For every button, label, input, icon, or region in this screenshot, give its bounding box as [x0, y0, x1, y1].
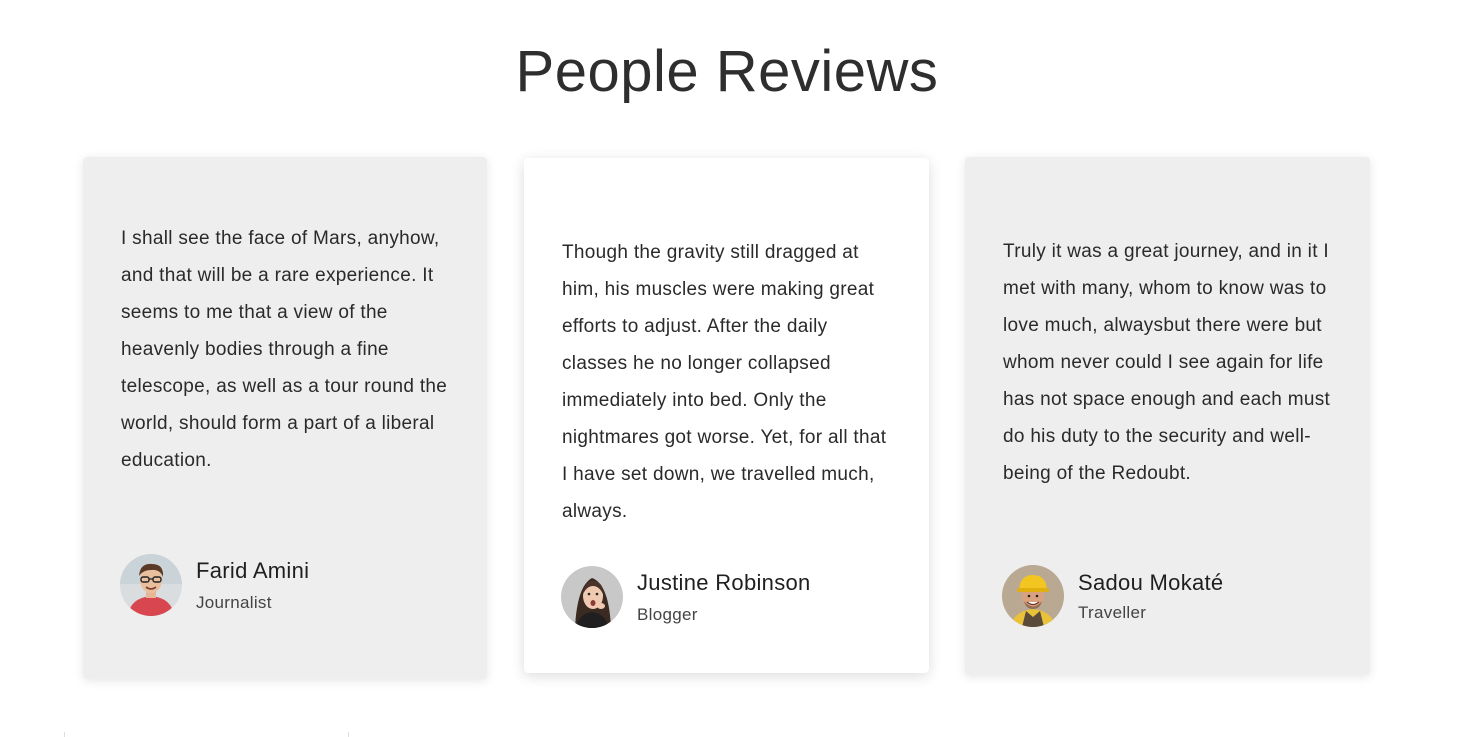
author-role: Journalist	[196, 593, 272, 612]
author-role: Blogger	[637, 605, 698, 624]
review-card[interactable]: I shall see the face of Mars, anyhow, an…	[83, 157, 487, 679]
review-quote: I shall see the face of Mars, anyhow, an…	[121, 228, 448, 471]
review-author: Justine Robinson Blogger	[561, 566, 811, 628]
review-quote: Truly it was a great journey, and in it …	[1003, 241, 1331, 484]
review-author: Sadou Mokaté Traveller	[1002, 565, 1223, 627]
avatar	[1002, 565, 1064, 627]
avatar	[120, 554, 182, 616]
avatar	[561, 566, 623, 628]
author-name: Justine Robinson	[637, 570, 811, 595]
review-quote: Though the gravity still dragged at him,…	[562, 242, 887, 522]
author-role: Traveller	[1078, 603, 1147, 622]
review-author: Farid Amini Journalist	[120, 554, 309, 616]
review-card[interactable]: Truly it was a great journey, and in it …	[965, 157, 1370, 675]
reviews-section: People Reviews I shall see the face of M…	[0, 0, 1468, 737]
author-info: Sadou Mokaté Traveller	[1078, 569, 1223, 623]
divider	[64, 732, 349, 737]
author-info: Farid Amini Journalist	[196, 557, 309, 613]
author-name: Sadou Mokaté	[1078, 570, 1224, 595]
author-name: Farid Amini	[196, 558, 310, 583]
author-info: Justine Robinson Blogger	[637, 569, 811, 625]
review-card-active[interactable]: Though the gravity still dragged at him,…	[524, 158, 929, 673]
section-title: People Reviews	[515, 39, 939, 104]
